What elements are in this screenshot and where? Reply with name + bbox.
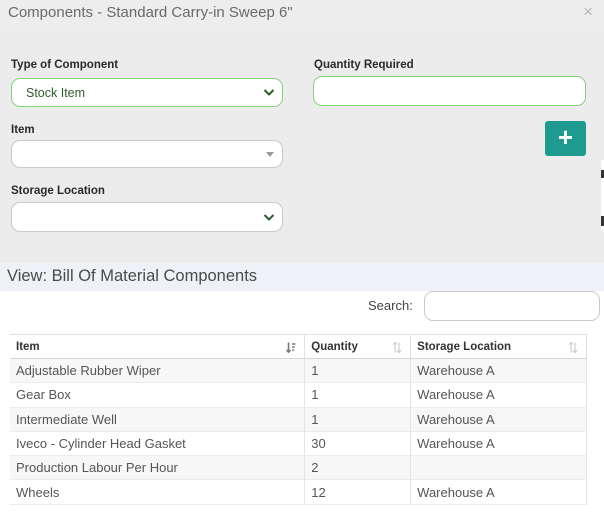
cell-quantity: 1 — [304, 382, 412, 408]
item-label: Item — [11, 124, 35, 136]
cell-quantity: 1 — [304, 358, 412, 384]
cell-storage-location: Warehouse A — [410, 407, 587, 432]
add-component-button[interactable]: + — [545, 121, 586, 156]
table-row[interactable]: Gear Box 1 Warehouse A — [10, 382, 587, 408]
bom-components-table: Item Quantity Storage Location Adjustabl… — [10, 334, 587, 505]
section-title: View: Bill Of Material Components — [7, 267, 258, 285]
storage-location-label: Storage Location — [11, 185, 105, 197]
cell-item: Production Labour Per Hour — [10, 455, 306, 481]
table-row[interactable]: Wheels 12 Warehouse A — [10, 479, 587, 505]
cell-item: Gear Box — [10, 382, 306, 408]
cell-item: Wheels — [10, 479, 306, 505]
search-label: Search: — [368, 298, 413, 313]
cell-quantity: 2 — [304, 455, 412, 481]
table-row[interactable]: Production Labour Per Hour 2 — [10, 455, 587, 481]
chevron-down-icon — [263, 214, 275, 221]
quantity-required-label: Quantity Required — [314, 59, 414, 71]
column-header-label: Item — [16, 340, 40, 353]
bom-section-header: View: Bill Of Material Components — [0, 263, 604, 291]
column-header-storage-location[interactable]: Storage Location — [410, 334, 587, 359]
item-select[interactable] — [11, 140, 283, 168]
table-header-row: Item Quantity Storage Location — [10, 334, 587, 359]
dialog-title: Components - Standard Carry-in Sweep 6" — [8, 4, 293, 21]
sort-asc-icon — [286, 342, 296, 353]
storage-location-select[interactable] — [11, 202, 283, 232]
table-row[interactable]: Adjustable Rubber Wiper 1 Warehouse A — [10, 358, 587, 384]
dialog-title-bar: Components - Standard Carry-in Sweep 6" … — [0, 0, 604, 27]
type-of-component-label: Type of Component — [11, 59, 119, 71]
cell-quantity: 12 — [304, 479, 412, 505]
column-header-label: Quantity — [311, 340, 358, 353]
cell-storage-location — [410, 455, 587, 481]
sort-icon — [392, 342, 402, 353]
close-icon[interactable]: × — [583, 2, 593, 22]
cell-storage-location: Warehouse A — [410, 431, 587, 457]
search-input[interactable] — [424, 291, 600, 321]
cell-storage-location: Warehouse A — [410, 358, 587, 384]
cell-item: Adjustable Rubber Wiper — [10, 358, 306, 384]
cell-storage-location: Warehouse A — [410, 479, 587, 505]
table-row[interactable]: Intermediate Well 1 Warehouse A — [10, 407, 587, 432]
type-of-component-select[interactable]: Stock Item — [11, 78, 283, 107]
column-header-item[interactable]: Item — [10, 334, 306, 359]
sort-icon — [568, 342, 578, 353]
column-header-quantity[interactable]: Quantity — [304, 334, 412, 359]
cell-item: Intermediate Well — [10, 407, 306, 432]
column-header-label: Storage Location — [417, 340, 512, 353]
table-row[interactable]: Iveco - Cylinder Head Gasket 30 Warehous… — [10, 431, 587, 457]
cell-quantity: 30 — [304, 431, 412, 457]
plus-icon: + — [557, 122, 574, 152]
cell-storage-location: Warehouse A — [410, 382, 587, 408]
type-of-component-value: Stock Item — [26, 86, 86, 100]
caret-down-icon — [266, 152, 274, 157]
chevron-down-icon — [263, 89, 275, 96]
cell-item: Iveco - Cylinder Head Gasket — [10, 431, 306, 457]
quantity-required-input[interactable] — [313, 76, 586, 106]
cell-quantity: 1 — [304, 407, 412, 432]
